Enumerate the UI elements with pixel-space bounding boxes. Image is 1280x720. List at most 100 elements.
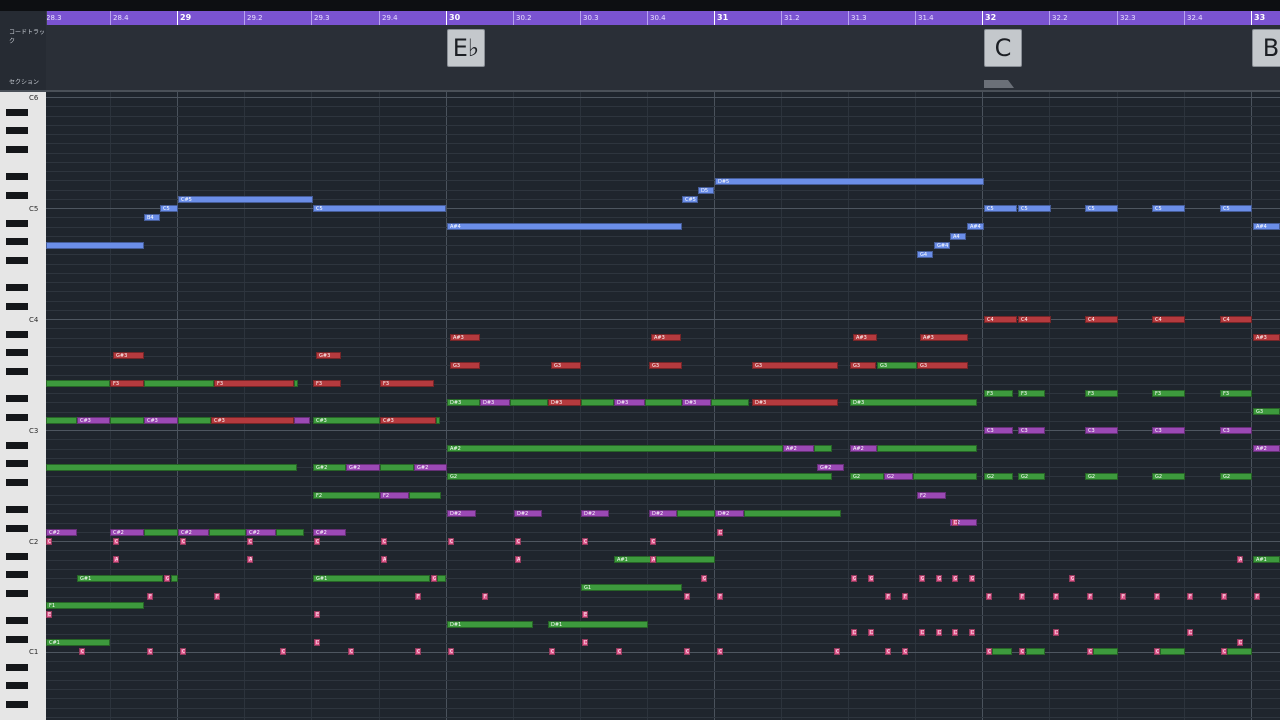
midi-note[interactable]: D#3 [752, 399, 838, 406]
midi-note[interactable]: A [515, 556, 521, 563]
black-key[interactable] [6, 553, 28, 560]
midi-note[interactable]: D#2 [581, 510, 609, 517]
black-key[interactable] [6, 701, 28, 708]
black-key[interactable] [6, 506, 28, 513]
midi-note[interactable]: C [381, 538, 387, 545]
midi-note[interactable]: D [314, 639, 320, 646]
midi-note[interactable]: C#2 [313, 529, 346, 536]
midi-note[interactable] [294, 417, 310, 424]
black-key[interactable] [6, 525, 28, 532]
midi-note[interactable]: C#2 [46, 529, 77, 536]
black-key[interactable] [6, 284, 28, 291]
midi-note[interactable]: G2 [1018, 473, 1045, 480]
midi-note[interactable]: A#1 [614, 556, 651, 563]
midi-note[interactable]: F3 [110, 380, 144, 387]
midi-note[interactable]: C5 [1018, 205, 1051, 212]
midi-note[interactable]: E [46, 611, 52, 618]
midi-note[interactable]: C [448, 648, 454, 655]
black-key[interactable] [6, 146, 28, 153]
chord-track-lane[interactable]: E♭ C B [46, 25, 1280, 91]
black-key[interactable] [6, 395, 28, 402]
midi-note[interactable]: C3 [1018, 427, 1045, 434]
midi-note[interactable]: D#2 [514, 510, 542, 517]
midi-note[interactable]: A [650, 556, 656, 563]
midi-note[interactable]: F [1187, 593, 1193, 600]
midi-note[interactable]: C [616, 648, 622, 655]
section-marker[interactable] [984, 80, 1014, 88]
midi-note[interactable]: C [280, 648, 286, 655]
midi-note[interactable]: C#3 [144, 417, 178, 424]
midi-note[interactable]: C5 [313, 205, 446, 212]
midi-note[interactable] [992, 648, 1012, 655]
midi-note[interactable]: F [415, 593, 421, 600]
black-key[interactable] [6, 349, 28, 356]
midi-note[interactable]: D#3 [614, 399, 645, 406]
midi-note[interactable]: C#3 [77, 417, 110, 424]
midi-note[interactable]: D#3 [548, 399, 581, 406]
midi-note[interactable]: E [314, 611, 320, 618]
midi-note[interactable] [656, 556, 715, 563]
midi-note[interactable]: F3 [1085, 390, 1118, 397]
midi-note[interactable]: A#2 [1253, 445, 1280, 452]
midi-note[interactable]: G1 [581, 584, 682, 591]
midi-note[interactable]: C#3 [380, 417, 436, 424]
midi-note[interactable]: C [1154, 648, 1160, 655]
midi-note[interactable]: F [684, 593, 690, 600]
midi-note[interactable]: D [582, 639, 588, 646]
midi-note[interactable]: F [885, 593, 891, 600]
midi-note[interactable]: C#2 [246, 529, 276, 536]
midi-note[interactable]: C#1 [46, 639, 110, 646]
midi-note[interactable]: D [919, 629, 925, 636]
midi-note[interactable]: C [902, 648, 908, 655]
midi-note[interactable]: C [582, 538, 588, 545]
midi-note[interactable]: F3 [1018, 390, 1045, 397]
chord-event[interactable]: C [984, 29, 1022, 67]
midi-note[interactable]: G3 [850, 362, 876, 369]
black-key[interactable] [6, 571, 28, 578]
midi-note[interactable] [645, 399, 682, 406]
black-key[interactable] [6, 238, 28, 245]
midi-note[interactable]: C#3 [313, 417, 380, 424]
midi-note[interactable]: F [902, 593, 908, 600]
midi-note[interactable]: G3 [877, 362, 917, 369]
midi-note[interactable]: C3 [984, 427, 1013, 434]
midi-note[interactable] [409, 492, 441, 499]
midi-note[interactable]: F [1254, 593, 1260, 600]
midi-note[interactable]: C4 [1152, 316, 1185, 323]
midi-note[interactable]: A#4 [447, 223, 682, 230]
black-key[interactable] [6, 192, 28, 199]
midi-note[interactable]: C#5 [682, 196, 698, 203]
midi-note[interactable]: C [1221, 648, 1227, 655]
midi-note[interactable]: C [415, 648, 421, 655]
midi-note[interactable]: C3 [1085, 427, 1118, 434]
midi-note[interactable]: C [650, 538, 656, 545]
midi-note[interactable] [913, 473, 977, 480]
midi-note[interactable]: F [147, 593, 153, 600]
midi-note[interactable]: F2 [313, 492, 380, 499]
midi-note[interactable]: C#2 [178, 529, 209, 536]
midi-note[interactable]: C [684, 648, 690, 655]
midi-note[interactable]: C5 [160, 205, 178, 212]
black-key[interactable] [6, 479, 28, 486]
midi-note[interactable]: C3 [1220, 427, 1252, 434]
midi-note[interactable]: D [851, 629, 857, 636]
midi-note[interactable]: D#2 [715, 510, 744, 517]
midi-note[interactable] [380, 464, 414, 471]
midi-note[interactable]: G2 [1152, 473, 1185, 480]
midi-note[interactable] [294, 380, 298, 387]
midi-note[interactable]: G#2 [313, 464, 346, 471]
midi-note[interactable]: F [1087, 593, 1093, 600]
midi-note[interactable]: C [515, 538, 521, 545]
black-key[interactable] [6, 173, 28, 180]
midi-note[interactable]: F [214, 593, 220, 600]
piano-keyboard[interactable]: C6 C5 C4 C3 C2 C1 [0, 92, 46, 720]
midi-note[interactable]: C4 [1220, 316, 1252, 323]
black-key[interactable] [6, 442, 28, 449]
midi-note[interactable]: D#3 [447, 399, 480, 406]
midi-note[interactable]: C#5 [178, 196, 313, 203]
midi-note[interactable]: G [936, 575, 942, 582]
midi-note[interactable] [1227, 648, 1252, 655]
midi-note[interactable]: G3 [551, 362, 581, 369]
midi-note[interactable]: C#3 [211, 417, 294, 424]
midi-note[interactable]: C [314, 538, 320, 545]
